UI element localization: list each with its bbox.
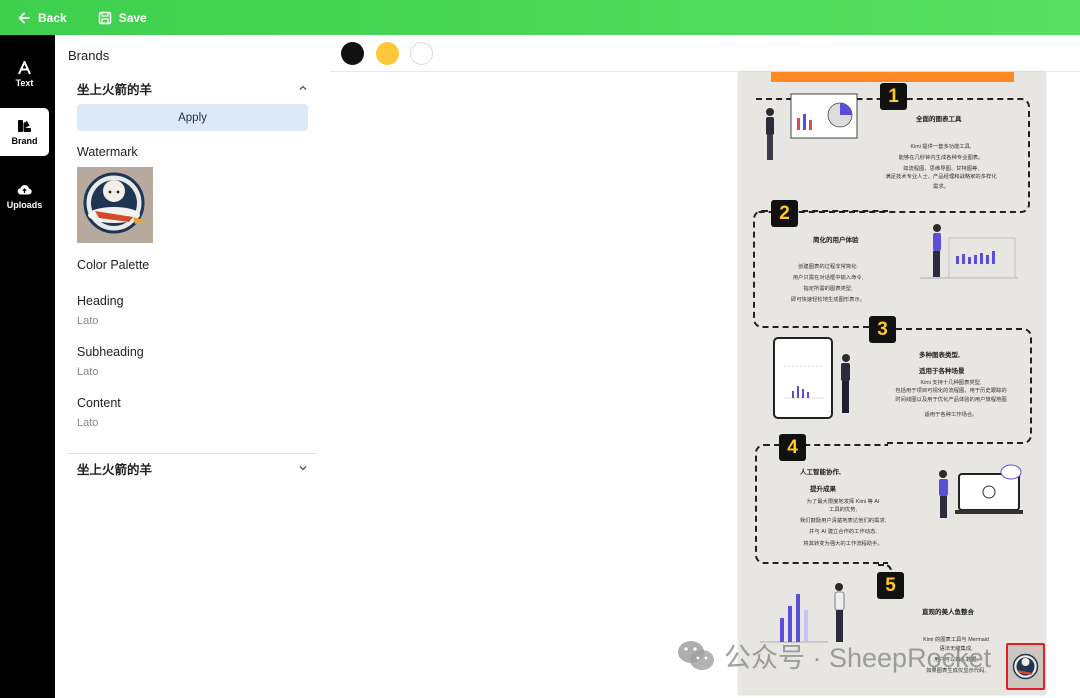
cloud-upload-icon <box>17 184 32 195</box>
color-palette-label: Color Palette <box>77 258 150 272</box>
section-3-title: 多种图表类型, <box>919 352 960 359</box>
save-label: Save <box>118 10 147 25</box>
section-4-title: 人工智能协作, <box>800 469 841 476</box>
subheading-label: Subheading <box>77 345 144 359</box>
section-3-illustration <box>773 337 850 419</box>
section-2-number: 2 <box>771 200 798 227</box>
section-1-line: 需求。 <box>933 183 949 190</box>
section-2-line: 指定所需的图表类型, <box>803 286 853 293</box>
section-4-line: 并与 AI 建立合作的工作动态, <box>809 529 877 536</box>
subheading-font[interactable]: Lato <box>77 366 98 378</box>
section-3-line: 适用于各种工作场合。 <box>924 412 978 419</box>
wechat-overlay: 公众号 · SheepRocket <box>676 636 991 675</box>
section-2-text: 创建图表的过程非常简化: 用户只需在对话框中输入命令, 指定所需的图表类型, 即… <box>768 264 888 309</box>
rail-item-text[interactable]: Text <box>0 50 49 98</box>
apply-button[interactable]: Apply <box>77 104 308 131</box>
section-4-subtitle: 提升成果 <box>810 486 836 493</box>
section-1-line: 如流程图、思维导图、甘特图等, <box>903 166 979 173</box>
rail-label-uploads: Uploads <box>6 199 43 210</box>
brand-icon <box>18 119 31 132</box>
watermark-label: Watermark <box>77 145 138 159</box>
sheep-rocket-logo <box>77 167 153 243</box>
left-rail: Text Brand Uploads <box>0 35 55 698</box>
section-1-illustration <box>766 93 858 160</box>
swatch-white[interactable] <box>410 42 433 65</box>
design-canvas[interactable]: 1 全面的图表工具 Kimi 提供一套多功能工具, 能够在几秒钟内生成各种专业图… <box>738 72 1046 695</box>
section-4-line: 我们鼓励用户清楚地表达他们的需求, <box>799 518 887 525</box>
sheep-rocket-logo-small <box>1012 653 1039 680</box>
watermark-thumbnail[interactable] <box>77 167 153 243</box>
chevron-up-icon <box>299 85 307 90</box>
section-1-number: 1 <box>880 83 907 110</box>
floppy-disk-icon <box>98 11 111 24</box>
wechat-text: 公众号 · SheepRocket <box>724 643 992 673</box>
rail-label-text: Text <box>15 77 34 88</box>
section-4-illustration <box>939 464 1023 518</box>
section-2-illustration <box>920 224 1018 279</box>
top-bar: Back Save <box>0 0 1080 35</box>
section-3-number: 3 <box>869 316 896 343</box>
section-2-line: 用户只需在对话框中输入命令, <box>792 275 864 282</box>
section-2-title: 简化的用户体验 <box>813 237 859 244</box>
section-5-number: 5 <box>877 572 904 599</box>
swatch-black[interactable] <box>341 42 364 65</box>
section-4-line: 工具的优势, <box>829 507 857 514</box>
wechat-icon <box>678 640 714 670</box>
section-3-line: Kimi 支持十几种图表类型, <box>920 380 982 386</box>
content-label: Content <box>77 396 121 410</box>
section-1-line: 能够在几秒钟内生成各种专业图表。 <box>898 155 984 162</box>
watermark-placement[interactable] <box>1006 643 1045 690</box>
section-2-line: 即可快速轻松地生成图形表示。 <box>790 297 866 304</box>
heading-font[interactable]: Lato <box>77 315 98 327</box>
save-button[interactable]: Save <box>98 11 147 25</box>
section-3-text: Kimi 支持十几种图表类型, 包括用于项目可视化的流程图、用于历史跟踪的 时间… <box>876 380 1026 424</box>
brand-name-2: 坐上火箭的羊 <box>77 462 153 477</box>
brand-panel: Brands 坐上火箭的羊 Apply Watermark Color Pale… <box>55 35 330 698</box>
chevron-down-icon <box>299 466 307 471</box>
section-4-number: 4 <box>779 434 806 461</box>
section-1-title: 全面的图表工具 <box>916 116 962 123</box>
section-4-line: 为了最大限度地发挥 Kimi 等 AI <box>806 499 880 505</box>
text-icon <box>18 60 31 74</box>
brand-name: 坐上火箭的羊 <box>77 82 153 97</box>
rail-item-uploads[interactable]: Uploads <box>0 172 49 220</box>
back-button[interactable]: Back <box>17 11 67 25</box>
palette-swatch-bar <box>330 35 1080 72</box>
section-1-text: Kimi 提供一套多功能工具, 能够在几秒钟内生成各种专业图表。 如流程图、思维… <box>856 144 1026 195</box>
brand-accordion-header-collapsed[interactable]: 坐上火箭的羊 <box>77 457 309 479</box>
rail-label-brand: Brand <box>11 135 38 146</box>
section-1-line: Kimi 提供一套多功能工具, <box>910 144 972 150</box>
back-label: Back <box>38 10 67 25</box>
section-4-text: 为了最大限度地发挥 Kimi 等 AI 工具的优势, 我们鼓励用户清楚地表达他们… <box>768 499 918 552</box>
swatch-yellow[interactable] <box>376 42 399 65</box>
section-4-line: 将其转变为强大的工作流程助手。 <box>803 540 883 547</box>
section-2-line: 创建图表的过程非常简化: <box>798 264 858 270</box>
section-1-line: 满足技术专业人士、产品经理和战略家的多样化 <box>885 174 997 181</box>
panel-title: Brands <box>68 48 110 63</box>
brand-accordion-header[interactable]: 坐上火箭的羊 <box>77 77 309 99</box>
header-accent-bar <box>771 72 1014 82</box>
rail-item-brand[interactable]: Brand <box>0 108 49 156</box>
section-3-line: 包括用于项目可视化的流程图、用于历史跟踪的 <box>895 388 1007 395</box>
section-3-subtitle: 适用于各种场景 <box>919 368 965 375</box>
section-3-line: 时间线图以及用于优化产品体验的用户旅程地图 <box>895 397 1007 404</box>
content-font[interactable]: Lato <box>77 417 98 429</box>
heading-label: Heading <box>77 294 124 308</box>
panel-divider <box>67 453 317 454</box>
section-5-title: 直观的美人鱼整合 <box>922 609 974 616</box>
arrow-left-icon <box>18 12 30 23</box>
